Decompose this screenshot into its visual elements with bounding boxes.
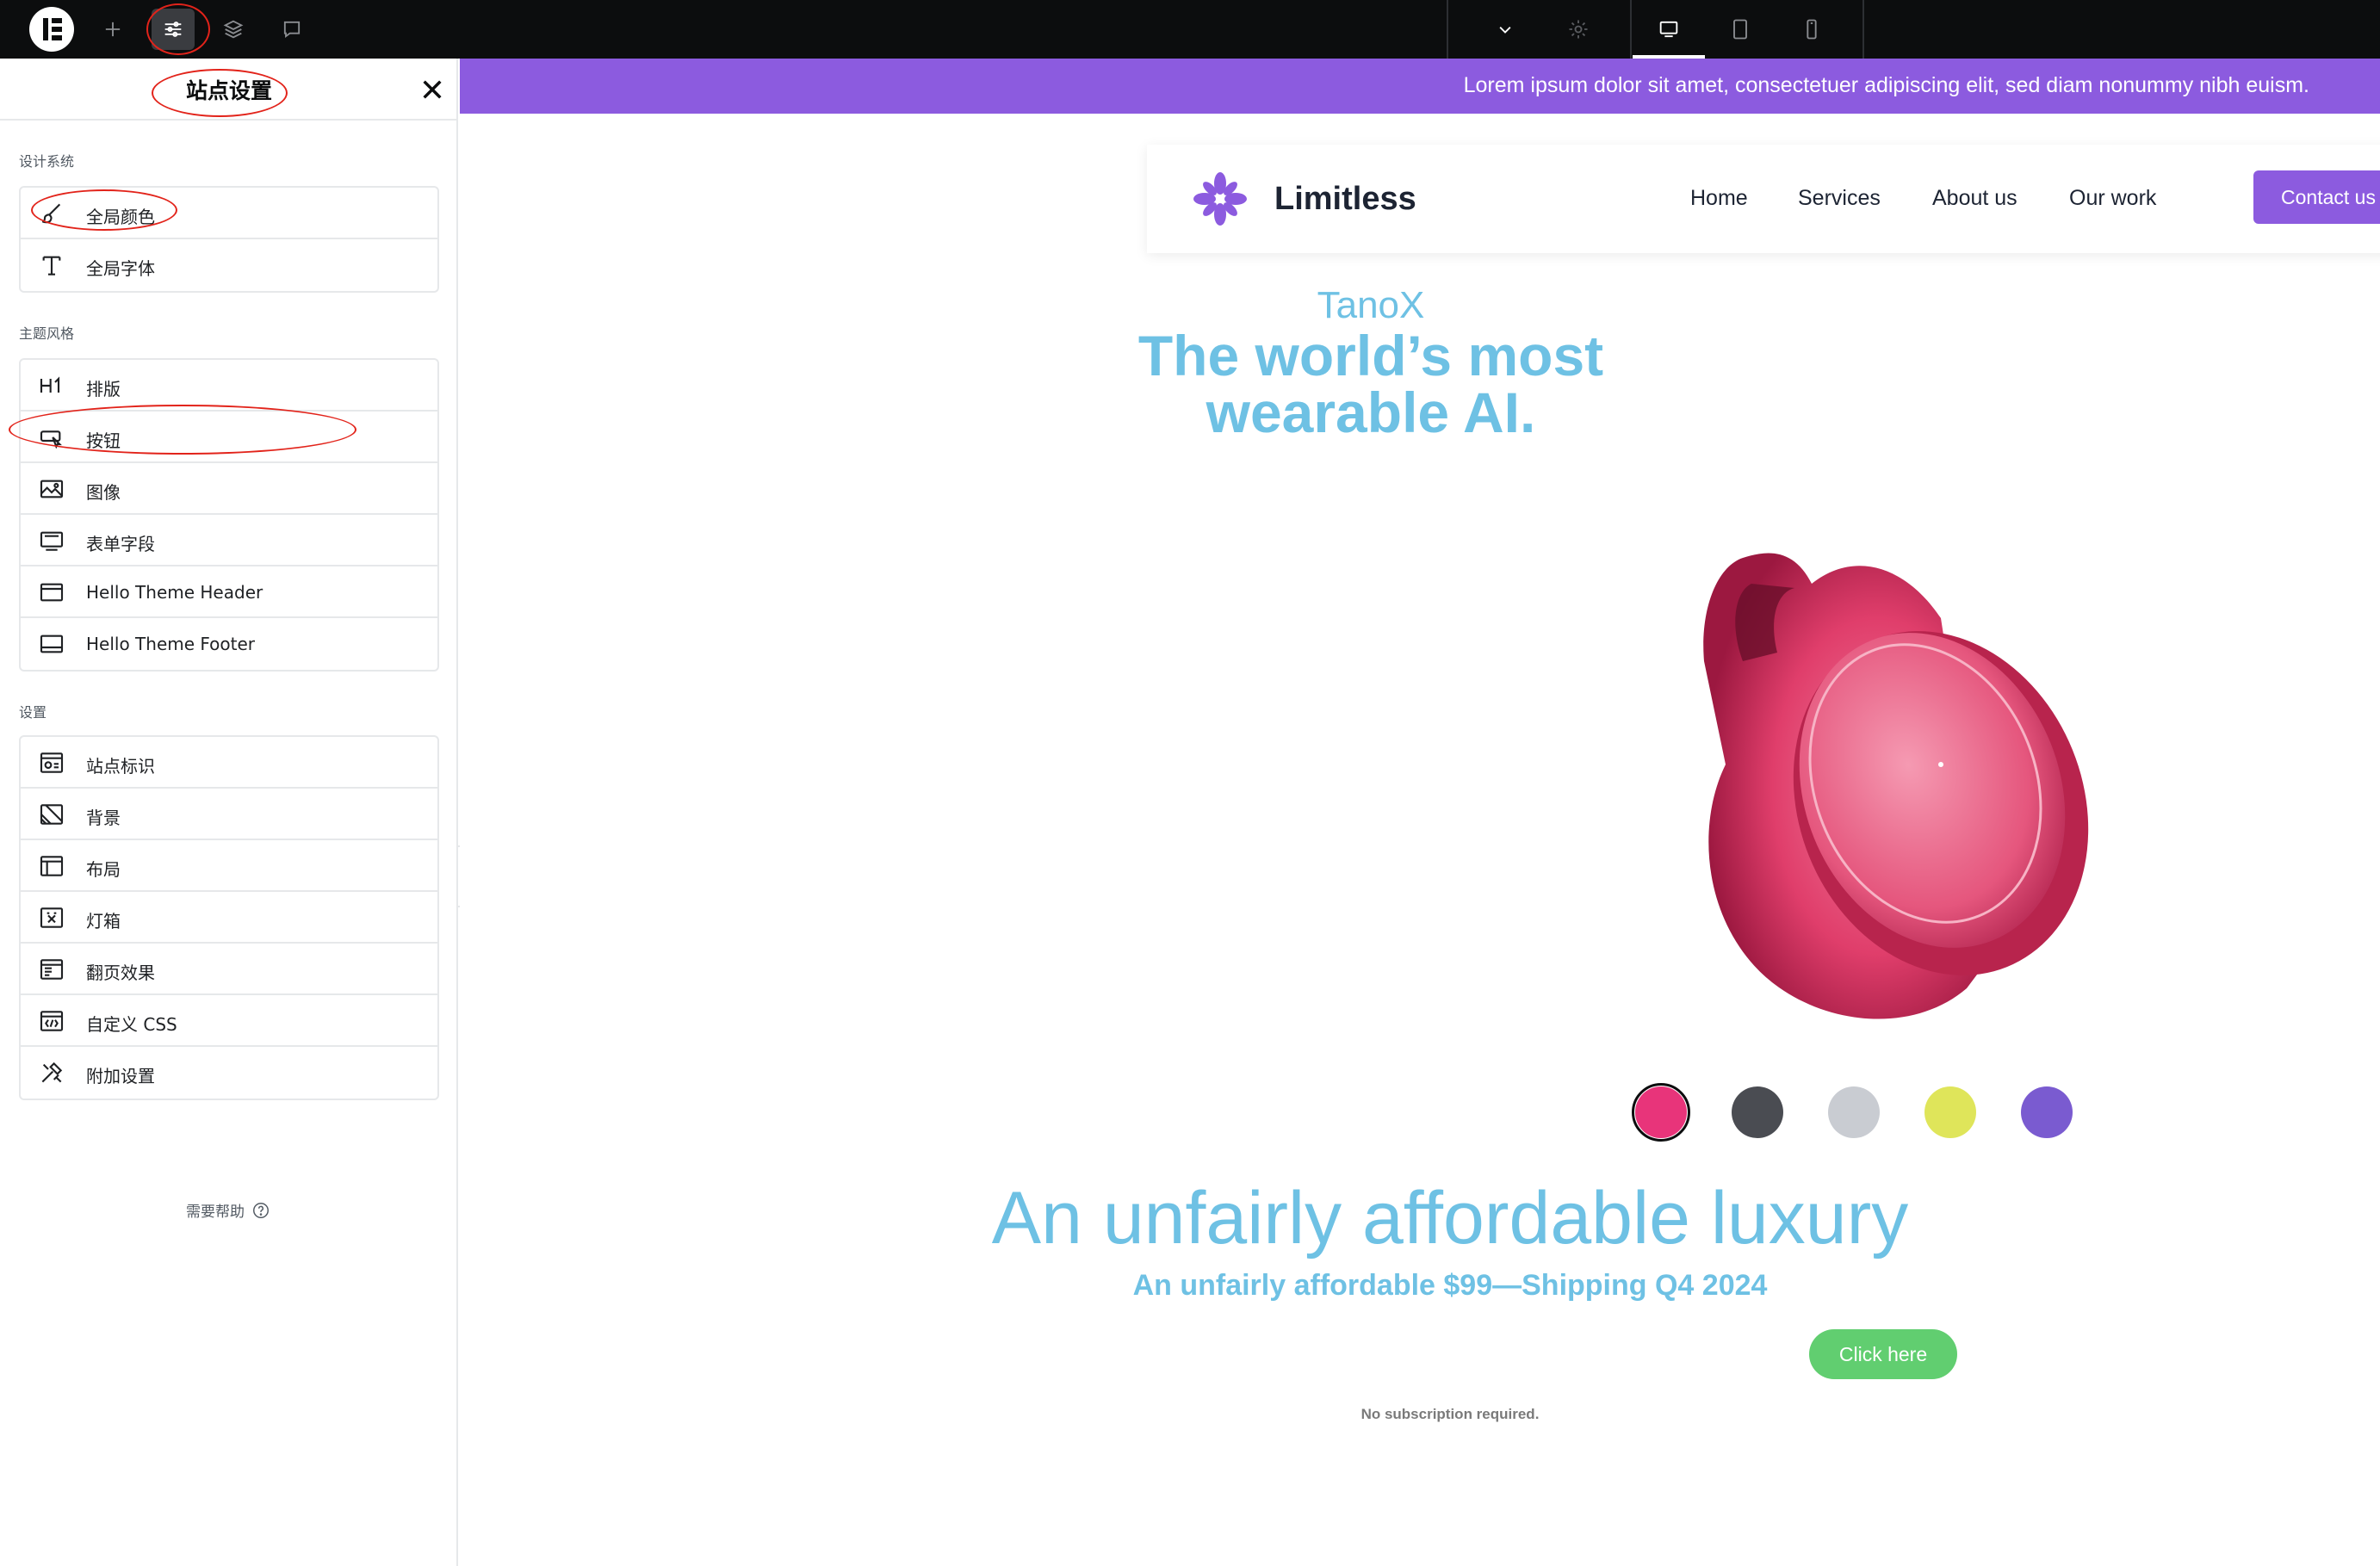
menu-item-label: 按钮: [86, 430, 121, 451]
color-swatch[interactable]: [2021, 1086, 2073, 1138]
add-element-icon[interactable]: [91, 9, 134, 50]
brand-logo-icon[interactable]: [1192, 170, 1249, 227]
lightbox-icon: [38, 904, 65, 932]
custom-css-icon: [38, 1007, 65, 1035]
menu-item-typography[interactable]: 排版: [21, 360, 437, 412]
menu-item-label: 翻页效果: [86, 963, 155, 983]
additional-settings-icon: [38, 1059, 65, 1086]
menu-item-lightbox[interactable]: 灯箱: [21, 892, 437, 944]
section-label-theme-style: 主题风格: [19, 325, 75, 342]
color-swatch[interactable]: [1924, 1086, 1976, 1138]
menu-item-label: 背景: [86, 808, 121, 828]
toolbar-divider: [1862, 0, 1864, 59]
subscription-note: No subscription required.: [1360, 1406, 1540, 1422]
hero-title: The world’s most wearable AI.: [460, 327, 2282, 441]
desktop-icon[interactable]: [1647, 9, 1690, 50]
click-here-button[interactable]: Click here: [1809, 1329, 1957, 1379]
menu-item-label: 附加设置: [86, 1066, 155, 1086]
menu-item-buttons[interactable]: 按钮: [21, 412, 437, 463]
section-label-settings: 设置: [19, 704, 47, 721]
header-icon: [38, 579, 65, 606]
tablet-icon[interactable]: [1719, 9, 1762, 50]
color-swatch[interactable]: [1732, 1086, 1783, 1138]
layout-icon: [38, 852, 65, 880]
menu-item-page-transitions[interactable]: 翻页效果: [21, 944, 437, 995]
gear-icon[interactable]: [1557, 9, 1600, 50]
chevron-down-icon[interactable]: [1484, 9, 1527, 50]
menu-item-global-colors[interactable]: 全局颜色: [21, 188, 437, 239]
menu-item-label: 排版: [86, 379, 121, 399]
image-icon: [38, 475, 65, 503]
help-label: 需要帮助: [186, 1204, 245, 1221]
brand-name[interactable]: Limitless: [1274, 181, 1416, 218]
toolbar-divider: [1630, 0, 1632, 59]
menu-item-label: 自定义 CSS: [86, 1014, 177, 1035]
menu-item-images[interactable]: 图像: [21, 463, 437, 515]
hero-title-line: The world’s most: [1137, 324, 1604, 387]
menu-item-custom-css[interactable]: 自定义 CSS: [21, 995, 437, 1047]
menu-item-label: 布局: [86, 859, 121, 880]
design-system-group: 全局颜色 全局字体: [19, 186, 439, 293]
background-icon: [38, 801, 65, 828]
page-preview-canvas: Lorem ipsum dolor sit amet, consectetuer…: [460, 59, 2380, 1566]
help-icon: [253, 1202, 269, 1218]
nav-link-about-us[interactable]: About us: [1932, 186, 2017, 211]
section-label-design-system: 设计系统: [19, 153, 75, 170]
menu-item-site-identity[interactable]: 站点标识: [21, 737, 437, 789]
menu-item-background[interactable]: 背景: [21, 789, 437, 840]
nav-link-services[interactable]: Services: [1798, 186, 1881, 211]
mobile-icon[interactable]: [1790, 9, 1833, 50]
site-identity-icon: [38, 749, 65, 777]
announcement-text: Lorem ipsum dolor sit amet, consectetuer…: [1463, 73, 2309, 97]
color-swatch[interactable]: [1828, 1086, 1880, 1138]
heading-icon: [38, 372, 65, 399]
menu-item-additional-settings[interactable]: 附加设置: [21, 1047, 437, 1099]
product-image: [1683, 506, 2096, 1066]
settings-group: 站点标识 背景 布局 灯箱 翻页效果 自定义 CSS 附加设置: [19, 735, 439, 1100]
notes-icon[interactable]: [270, 9, 313, 50]
sub-headline: An unfairly affordable $99—Shipping Q4 2…: [1132, 1269, 1768, 1302]
button-icon: [38, 424, 65, 451]
footer-icon: [38, 630, 65, 658]
theme-style-group: 排版 按钮 图像 表单字段 Hello Theme Header Hello T…: [19, 358, 439, 672]
nav-link-our-work[interactable]: Our work: [2069, 186, 2156, 211]
elementor-logo-icon[interactable]: [29, 7, 74, 52]
menu-item-label: 站点标识: [86, 756, 155, 777]
menu-item-label: 表单字段: [86, 534, 155, 554]
nav-link-home[interactable]: Home: [1690, 186, 1748, 211]
announcement-bar: Lorem ipsum dolor sit amet, consectetuer…: [460, 59, 2380, 114]
menu-item-form-fields[interactable]: 表单字段: [21, 515, 437, 566]
color-swatch[interactable]: [1635, 1086, 1687, 1138]
help-link[interactable]: 需要帮助: [186, 1199, 270, 1221]
hero-title-line: wearable AI.: [1205, 381, 1536, 444]
menu-item-label: Hello Theme Footer: [86, 634, 256, 654]
panel-title: 站点设置: [185, 78, 272, 103]
typography-icon: [38, 251, 65, 279]
menu-item-label: 全局颜色: [86, 207, 155, 227]
editor-top-bar: [0, 0, 2380, 59]
site-header: Limitless Home Services About us Our wor…: [1147, 145, 2380, 253]
site-settings-icon[interactable]: [152, 9, 195, 50]
page-transitions-icon: [38, 956, 65, 983]
panel-header: 站点设置: [0, 59, 458, 121]
menu-item-hello-theme-header[interactable]: Hello Theme Header: [21, 566, 437, 618]
structure-icon[interactable]: [212, 9, 255, 50]
menu-item-layout[interactable]: 布局: [21, 840, 437, 892]
menu-item-label: 灯箱: [86, 911, 121, 932]
contact-us-button[interactable]: Contact us: [2253, 170, 2380, 224]
menu-item-label: Hello Theme Header: [86, 582, 263, 603]
toolbar-divider: [1447, 0, 1448, 59]
menu-item-hello-theme-footer[interactable]: Hello Theme Footer: [21, 618, 437, 670]
hero-kicker: TanoX: [1317, 284, 1425, 326]
menu-item-global-fonts[interactable]: 全局字体: [21, 239, 437, 291]
brush-icon: [38, 200, 65, 227]
site-settings-panel: 站点设置 设计系统 全局颜色 全局字体 主题风格 排版 按钮 图像 表单字段 H…: [0, 59, 458, 1566]
close-icon[interactable]: [418, 76, 446, 103]
form-field-icon: [38, 527, 65, 554]
menu-item-label: 图像: [86, 482, 121, 503]
main-headline: An unfairly affordable luxury: [991, 1177, 1909, 1260]
menu-item-label: 全局字体: [86, 258, 155, 279]
